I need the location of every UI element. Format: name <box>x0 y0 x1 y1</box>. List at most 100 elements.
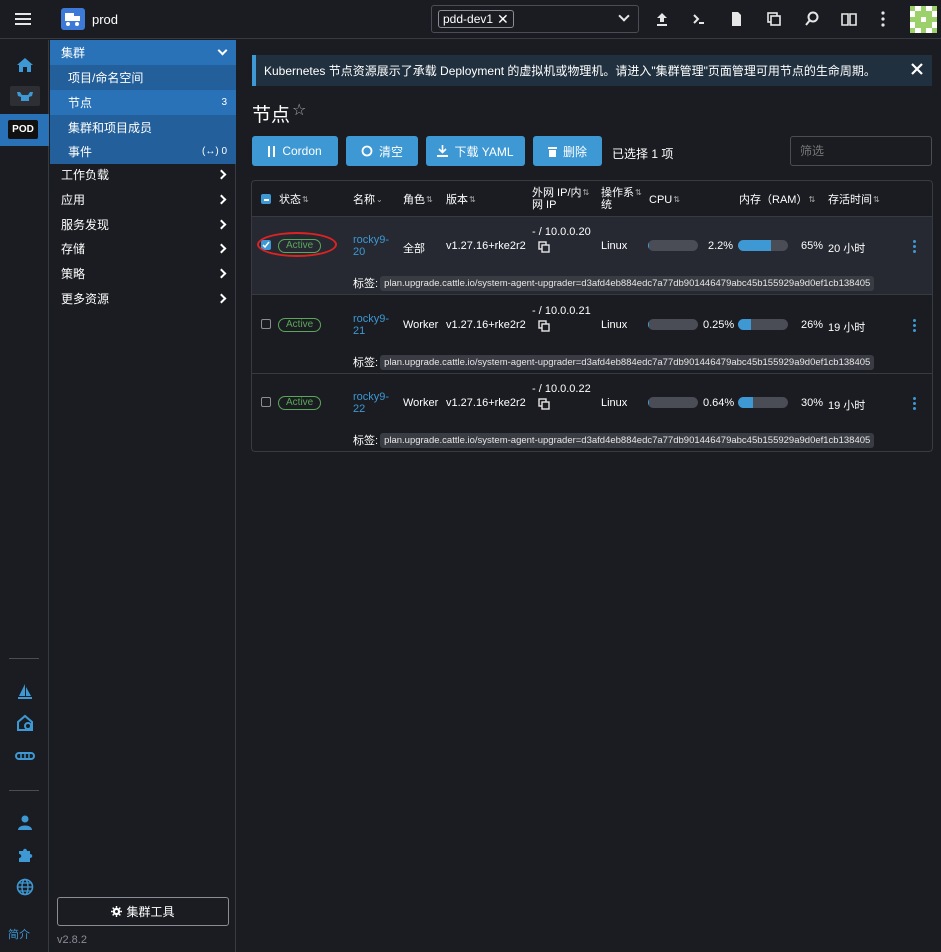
table-row[interactable]: Active rocky9- 21 Worker v1.27.16+rke2r2 … <box>252 296 932 374</box>
row-actions-icon[interactable] <box>913 319 916 334</box>
nav-item-service-discovery[interactable]: 服务发现 <box>50 212 236 237</box>
circle-icon <box>361 145 373 157</box>
drain-label: 清空 <box>378 144 403 159</box>
label-tag: plan.upgrade.cattle.io/system-agent-upgr… <box>380 354 875 370</box>
fleet-icon[interactable] <box>0 711 49 735</box>
row-actions-icon[interactable] <box>913 397 916 412</box>
filter-input[interactable]: 筛选 <box>790 136 932 166</box>
chevron-right-icon <box>216 194 227 205</box>
search-icon[interactable] <box>803 10 821 28</box>
ram-bar <box>738 240 788 251</box>
node-os: Linux <box>601 319 628 331</box>
header-ram[interactable]: 内存（RAM）⇅ <box>739 194 815 206</box>
header-age[interactable]: 存活时间⇅ <box>828 194 880 206</box>
header-role[interactable]: 角色⇅ <box>403 194 433 206</box>
nav-group-label: 集群 <box>61 46 86 60</box>
header-version[interactable]: 版本⇅ <box>446 194 476 206</box>
delete-label: 删除 <box>562 144 587 159</box>
labels-prefix: 标签: <box>353 278 379 290</box>
puzzle-icon[interactable] <box>0 843 49 867</box>
nav-group-cluster[interactable]: 集群 <box>50 40 236 65</box>
nav-item-label: 节点 <box>68 96 93 110</box>
node-labels: 标签: plan.upgrade.cattle.io/system-agent-… <box>353 354 875 370</box>
menu-icon[interactable] <box>15 13 31 25</box>
nav-item-label: 应用 <box>61 193 86 207</box>
terminal-icon[interactable] <box>690 10 708 28</box>
globe-icon[interactable] <box>0 875 49 899</box>
node-version: v1.27.16+rke2r2 <box>446 397 526 409</box>
label-tag: plan.upgrade.cattle.io/system-agent-upgr… <box>380 275 875 291</box>
pod-label: POD <box>8 120 38 139</box>
nav-item-storage[interactable]: 存储 <box>50 236 236 261</box>
row-checkbox[interactable] <box>261 397 271 407</box>
ram-bar-fill <box>738 240 771 251</box>
nav-item-more-resources[interactable]: 更多资源 <box>50 286 236 311</box>
nav-item-events[interactable]: 事件 (↔) 0 <box>50 139 236 164</box>
book-icon[interactable] <box>840 10 858 28</box>
close-icon[interactable]: ✕ <box>497 12 509 26</box>
cpu-bar-fill <box>648 240 650 251</box>
copy-icon[interactable] <box>538 241 551 257</box>
ram-bar <box>738 397 788 408</box>
filter-placeholder: 筛选 <box>800 144 825 158</box>
nav-item-apps[interactable]: 应用 <box>50 187 236 212</box>
drain-button[interactable]: 清空 <box>346 136 418 166</box>
row-actions-icon[interactable] <box>913 240 916 255</box>
node-os: Linux <box>601 397 628 409</box>
header-ip[interactable]: 外网 IP/内⇅ 网 IP <box>532 187 589 211</box>
nav-item-workloads[interactable]: 工作负载 <box>50 162 236 187</box>
nav-item-projects-namespaces[interactable]: 项目/命名空间 <box>50 65 236 90</box>
annotation-circle <box>257 232 337 257</box>
node-version: v1.27.16+rke2r2 <box>446 240 526 252</box>
nav-item-nodes[interactable]: 节点 3 <box>50 90 236 115</box>
header-cpu[interactable]: CPU⇅ <box>649 194 680 206</box>
row-checkbox[interactable] <box>261 319 271 329</box>
upload-icon[interactable] <box>653 10 671 28</box>
download-yaml-button[interactable]: 下载 YAML <box>426 136 525 166</box>
namespace-chip[interactable]: pdd-dev1 ✕ <box>438 10 514 28</box>
nav-item-policy[interactable]: 策略 <box>50 261 236 286</box>
about-link[interactable]: 简介 <box>8 926 30 942</box>
node-name-link[interactable]: rocky9- 22 <box>353 391 389 415</box>
header-os[interactable]: 操作系⇅ 统 <box>601 187 642 211</box>
cluster-tools-button[interactable]: 集群工具 <box>57 897 229 926</box>
gear-icon <box>111 906 123 917</box>
sailboat-icon[interactable] <box>0 680 49 704</box>
close-icon[interactable] <box>910 62 924 76</box>
rail-item-pod[interactable]: POD <box>0 114 49 146</box>
more-vertical-icon[interactable] <box>874 10 892 28</box>
user-icon[interactable] <box>0 810 49 834</box>
cordon-button[interactable]: Cordon <box>252 136 338 166</box>
node-name-link[interactable]: rocky9- 21 <box>353 313 389 337</box>
copy-icon[interactable] <box>765 10 783 28</box>
copy-icon[interactable] <box>538 398 551 414</box>
select-all-checkbox[interactable] <box>261 194 271 204</box>
delete-button[interactable]: 删除 <box>533 136 602 166</box>
rail-divider <box>9 658 39 659</box>
nav-item-label: 集群和项目成员 <box>68 121 153 135</box>
cattle-icon[interactable] <box>0 84 49 108</box>
ram-bar-fill <box>738 319 751 330</box>
nav-item-members[interactable]: 集群和项目成员 <box>50 115 236 140</box>
copy-icon[interactable] <box>538 320 551 336</box>
node-age: 19 小时 <box>828 400 866 412</box>
cpu-percent: 2.2% <box>708 240 734 252</box>
user-avatar[interactable] <box>910 6 937 33</box>
chevron-down-icon[interactable] <box>618 10 630 22</box>
cluster-name: prod <box>92 12 119 27</box>
node-ip: - / 10.0.0.20 <box>532 226 591 238</box>
table-row[interactable]: Active rocky9- 20 全部 v1.27.16+rke2r2 - / … <box>252 217 932 295</box>
header-state[interactable]: 状态⇅ <box>279 194 309 206</box>
node-name-link[interactable]: rocky9- 20 <box>353 234 389 258</box>
download-yaml-label: 下载 YAML <box>454 144 514 159</box>
extension-chain-icon[interactable] <box>0 744 49 768</box>
home-icon[interactable] <box>0 53 49 77</box>
header-name[interactable]: 名称⌄ <box>353 194 383 206</box>
nodes-table: 状态⇅ 名称⌄ 角色⇅ 版本⇅ 外网 IP/内⇅ 网 IP 操作系⇅ 统 CPU⇅ … <box>251 180 933 452</box>
star-icon[interactable]: ☆ <box>292 100 306 120</box>
table-row[interactable]: Active rocky9- 22 Worker v1.27.16+rke2r2 … <box>252 374 932 452</box>
cpu-bar-fill <box>648 397 649 408</box>
file-icon[interactable] <box>727 10 745 28</box>
chevron-right-icon <box>216 169 227 180</box>
namespace-select[interactable]: pdd-dev1 ✕ <box>431 5 639 33</box>
